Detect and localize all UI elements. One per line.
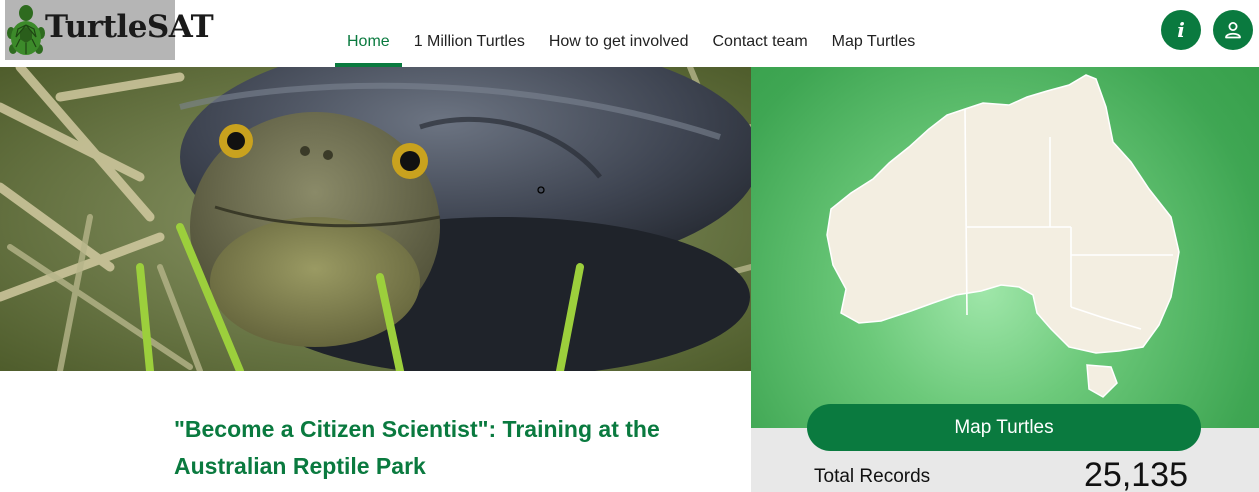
site-logo[interactable]: TurtleSAT — [5, 0, 214, 60]
site-header: TurtleSAT Home 1 Million Turtles How to … — [0, 0, 1259, 67]
article-title-link[interactable]: "Become a Citizen Scientist": Training a… — [174, 411, 734, 485]
turtle-icon — [7, 5, 45, 55]
total-records-value: 25,135 — [1084, 456, 1188, 492]
info-icon: i — [1177, 18, 1185, 42]
map-panel[interactable] — [751, 67, 1259, 428]
nav-item-map-turtles[interactable]: Map Turtles — [820, 0, 928, 67]
nav-item-how-to-get-involved[interactable]: How to get involved — [537, 0, 701, 67]
australia-map — [826, 74, 1180, 398]
turtle-photo — [0, 67, 751, 371]
logo-text: TurtleSAT — [45, 9, 214, 45]
hero-turtle-photo — [0, 67, 751, 371]
info-button[interactable]: i — [1161, 10, 1201, 50]
nav-item-1-million-turtles[interactable]: 1 Million Turtles — [402, 0, 537, 67]
nav-item-contact-team[interactable]: Contact team — [700, 0, 819, 67]
user-icon — [1225, 22, 1241, 39]
page: TurtleSAT Home 1 Million Turtles How to … — [0, 0, 1259, 492]
map-turtles-button[interactable]: Map Turtles — [807, 404, 1201, 451]
user-account-button[interactable] — [1213, 10, 1253, 50]
total-records-label: Total Records — [814, 466, 931, 487]
nav-item-home[interactable]: Home — [335, 0, 402, 67]
main-nav: Home 1 Million Turtles How to get involv… — [335, 0, 927, 67]
